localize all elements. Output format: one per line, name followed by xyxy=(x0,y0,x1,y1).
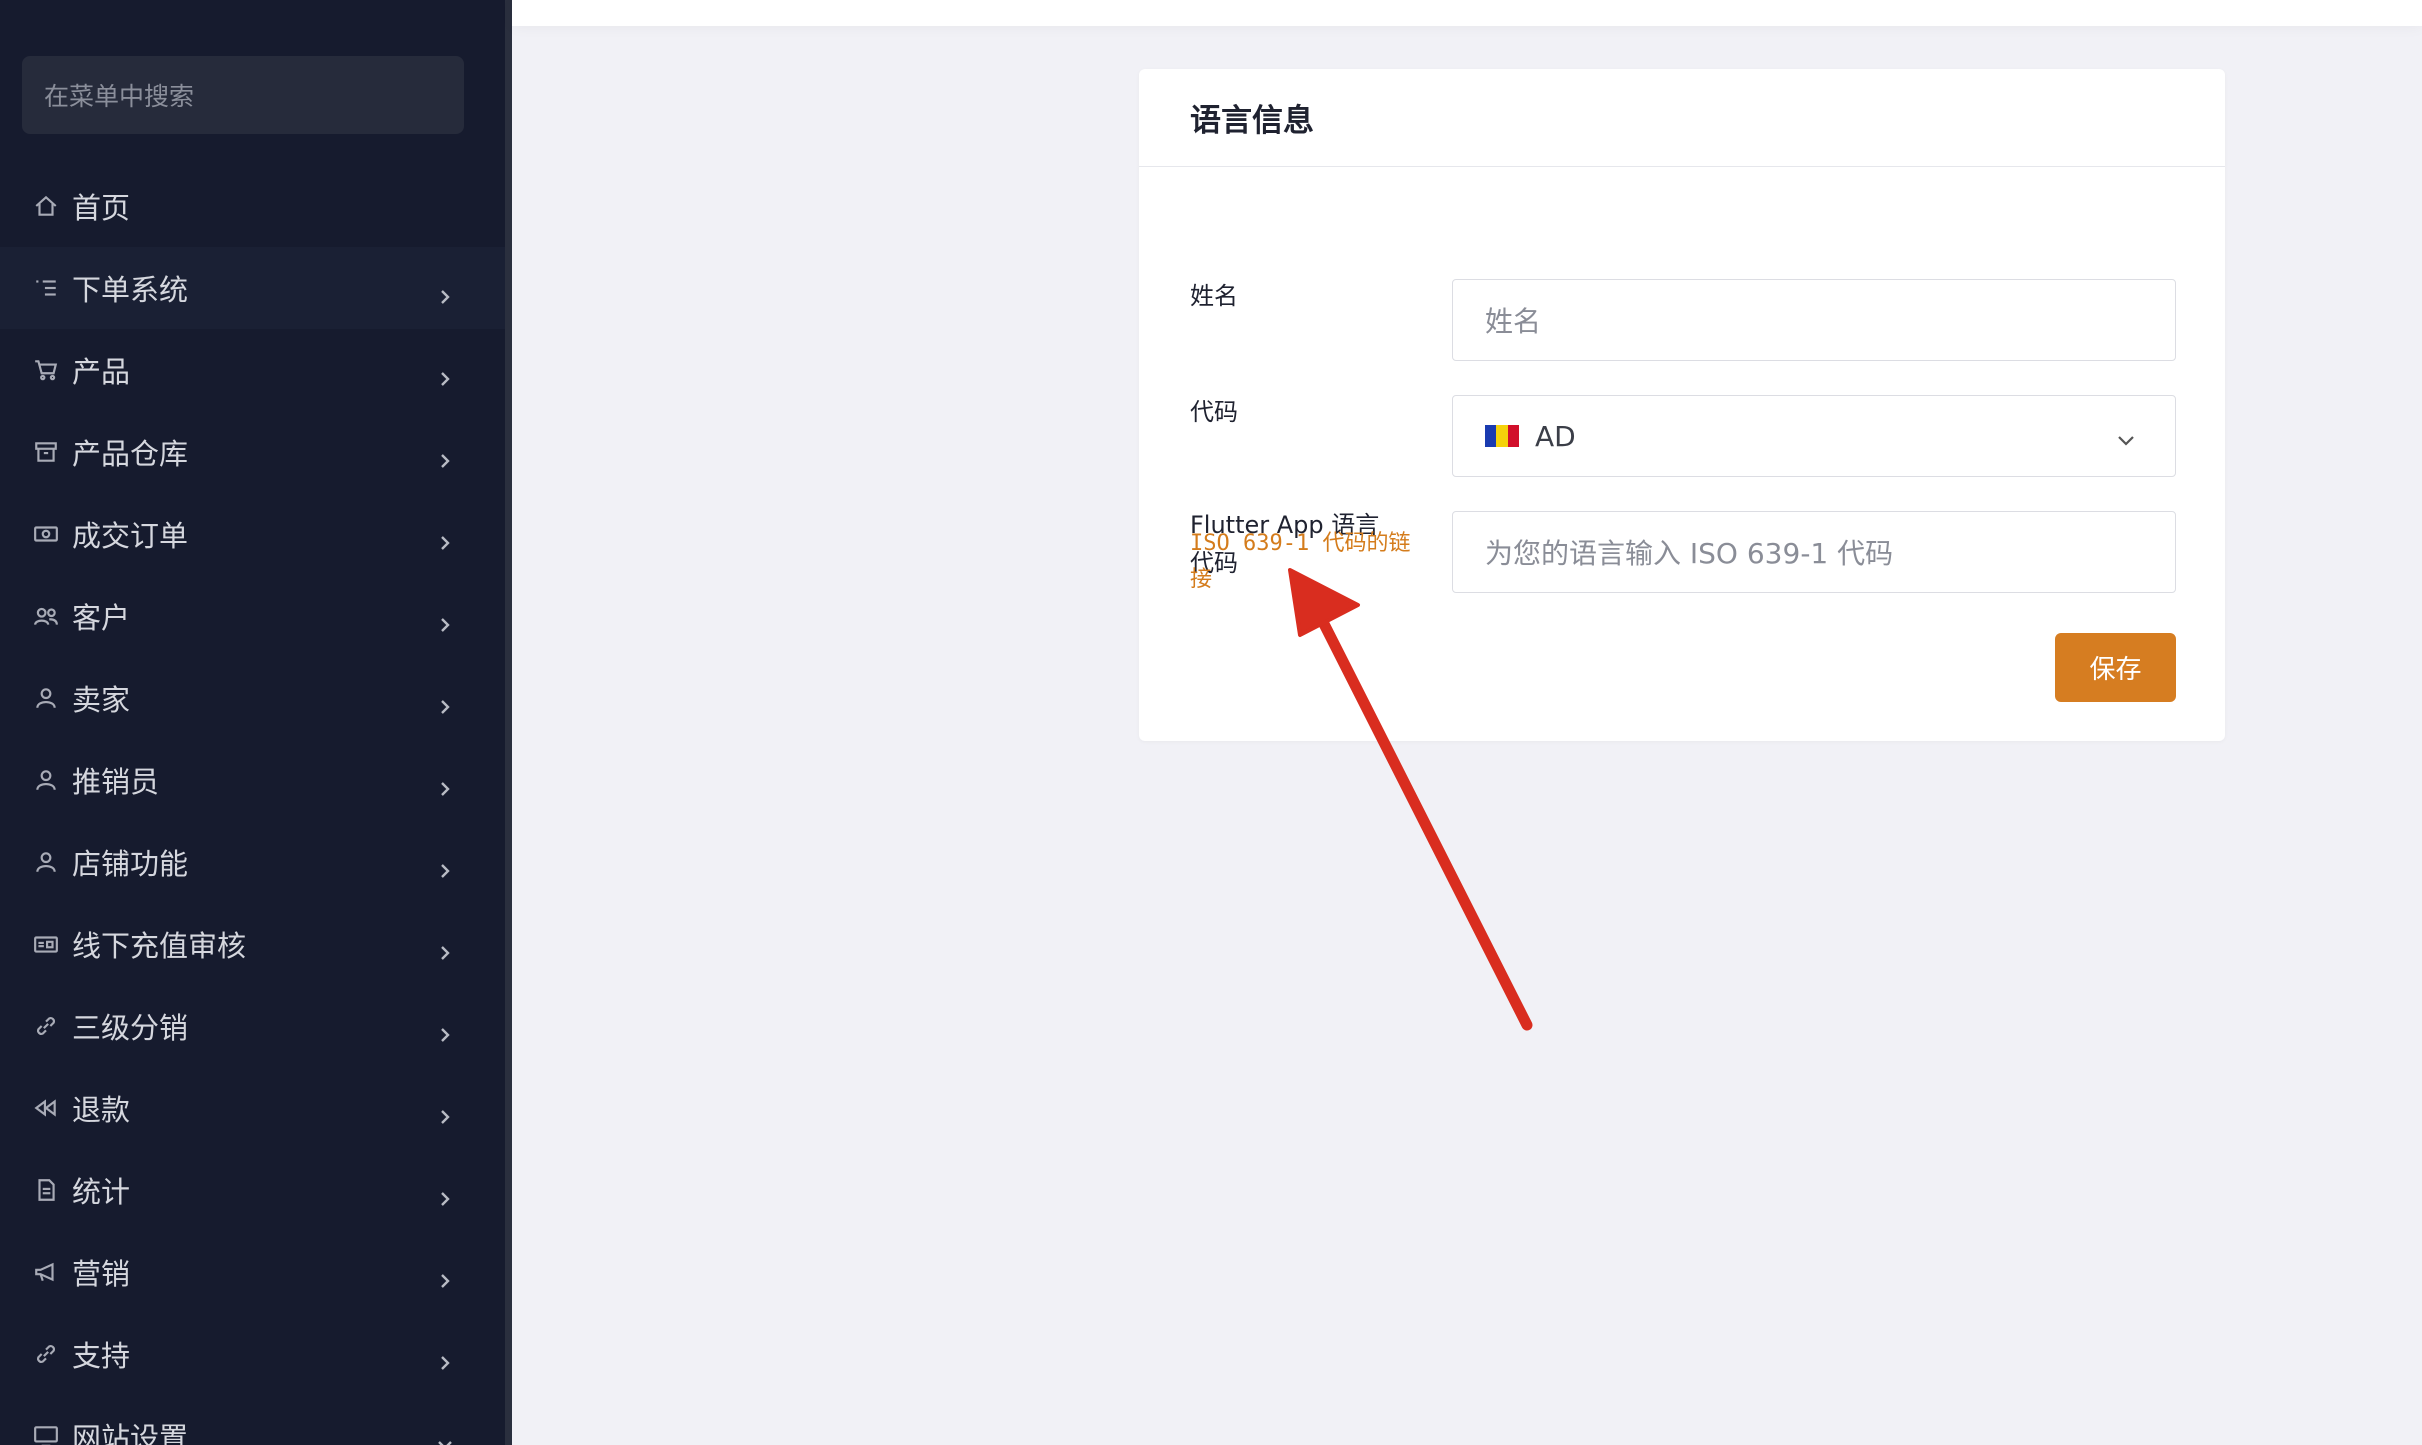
sidebar-item-label: 产品 xyxy=(72,355,131,389)
chevron-right-icon xyxy=(436,935,454,960)
link-icon xyxy=(32,1340,60,1368)
sidebar-item-label: 退款 xyxy=(72,1093,131,1127)
home-icon xyxy=(32,192,60,220)
sidebar-item-label: 三级分销 xyxy=(72,1011,189,1045)
sidebar-item-14[interactable]: 营销 xyxy=(0,1231,505,1313)
sidebar-item-label: 首页 xyxy=(72,191,131,225)
chevron-right-icon xyxy=(436,1263,454,1288)
sidebar-item-5[interactable]: 成交订单 xyxy=(0,493,505,575)
sidebar-item-label: 线下充值审核 xyxy=(72,929,247,963)
sidebar-item-3[interactable]: 产品 xyxy=(0,329,505,411)
sidebar-item-4[interactable]: 产品仓库 xyxy=(0,411,505,493)
sidebar-item-label: 产品仓库 xyxy=(72,437,189,471)
user-icon xyxy=(32,848,60,876)
chevron-right-icon xyxy=(436,361,454,386)
sidebar-item-label: 统计 xyxy=(72,1175,131,1209)
sidebar-item-label: 成交订单 xyxy=(72,519,189,553)
users-icon xyxy=(32,602,60,630)
sidebar-item-label: 下单系统 xyxy=(72,273,189,307)
chevron-right-icon xyxy=(436,853,454,878)
sidebar-item-label: 网站设置 xyxy=(72,1421,189,1445)
chevron-down-icon xyxy=(2115,425,2137,447)
chevron-right-icon xyxy=(436,771,454,796)
chevron-right-icon xyxy=(436,1017,454,1042)
chevron-down-icon xyxy=(436,1427,454,1445)
card-title: 语言信息 xyxy=(1139,69,2225,167)
sidebar-item-16[interactable]: 网站设置 xyxy=(0,1395,505,1445)
sidebar-item-label: 客户 xyxy=(72,601,131,635)
sidebar-item-6[interactable]: 客户 xyxy=(0,575,505,657)
cart-icon xyxy=(32,356,60,384)
sidebar-item-2[interactable]: 下单系统 xyxy=(0,247,505,329)
chevron-right-icon xyxy=(436,1099,454,1124)
save-button[interactable]: 保存 xyxy=(2055,633,2176,702)
language-info-card: 语言信息 姓名 姓名 代码 AD Flutter App 语言代码 为您的语言输… xyxy=(1139,69,2225,741)
chevron-right-icon xyxy=(436,1345,454,1370)
sidebar-scrollbar[interactable] xyxy=(505,0,512,1445)
chevron-right-icon xyxy=(436,279,454,304)
monitor-icon xyxy=(32,1422,60,1445)
sidebar-item-9[interactable]: 店铺功能 xyxy=(0,821,505,903)
card-icon xyxy=(32,930,60,958)
sidebar-item-label: 支持 xyxy=(72,1339,131,1373)
user-icon xyxy=(32,766,60,794)
top-bar xyxy=(512,0,2422,26)
archive-icon xyxy=(32,438,60,466)
chevron-right-icon xyxy=(436,1181,454,1206)
menu-search-placeholder: 在菜单中搜索 xyxy=(44,82,195,111)
flutter-code-input[interactable]: 为您的语言输入 ISO 639-1 代码 xyxy=(1452,511,2176,593)
menu-search-input[interactable]: 在菜单中搜索 xyxy=(22,56,464,134)
chevron-right-icon xyxy=(436,525,454,550)
code-select[interactable]: AD xyxy=(1452,395,2176,477)
code-label: 代码 xyxy=(1190,398,1238,426)
money-icon xyxy=(32,520,60,548)
name-input[interactable]: 姓名 xyxy=(1452,279,2176,361)
sidebar-item-10[interactable]: 线下充值审核 xyxy=(0,903,505,985)
sidebar-item-1[interactable]: 首页 xyxy=(0,165,505,247)
sidebar-item-15[interactable]: 支持 xyxy=(0,1313,505,1395)
name-label: 姓名 xyxy=(1190,282,1238,310)
chevron-right-icon xyxy=(436,607,454,632)
document-icon xyxy=(32,1176,60,1204)
code-select-value: AD xyxy=(1535,419,1576,453)
iso-639-1-link[interactable]: ISO 639-1 代码的链接 xyxy=(1190,526,1420,598)
user-icon xyxy=(32,684,60,712)
chevron-right-icon xyxy=(436,689,454,714)
sidebar-item-12[interactable]: 退款 xyxy=(0,1067,505,1149)
megaphone-icon xyxy=(32,1258,60,1286)
sidebar-item-label: 卖家 xyxy=(72,683,131,717)
andorra-flag-icon xyxy=(1485,425,1519,447)
sidebar-item-11[interactable]: 三级分销 xyxy=(0,985,505,1067)
sidebar-item-label: 店铺功能 xyxy=(72,847,189,881)
sidebar: 在菜单中搜索 首页下单系统产品产品仓库成交订单客户卖家推销员店铺功能线下充值审核… xyxy=(0,0,505,1445)
list-icon xyxy=(32,274,60,302)
sidebar-item-7[interactable]: 卖家 xyxy=(0,657,505,739)
link-icon xyxy=(32,1012,60,1040)
name-placeholder: 姓名 xyxy=(1485,305,1542,338)
rewind-icon xyxy=(32,1094,60,1122)
sidebar-item-8[interactable]: 推销员 xyxy=(0,739,505,821)
sidebar-item-label: 推销员 xyxy=(72,765,160,799)
sidebar-item-label: 营销 xyxy=(72,1257,131,1291)
flutter-code-placeholder: 为您的语言输入 ISO 639-1 代码 xyxy=(1485,537,1894,570)
chevron-right-icon xyxy=(436,443,454,468)
sidebar-item-13[interactable]: 统计 xyxy=(0,1149,505,1231)
